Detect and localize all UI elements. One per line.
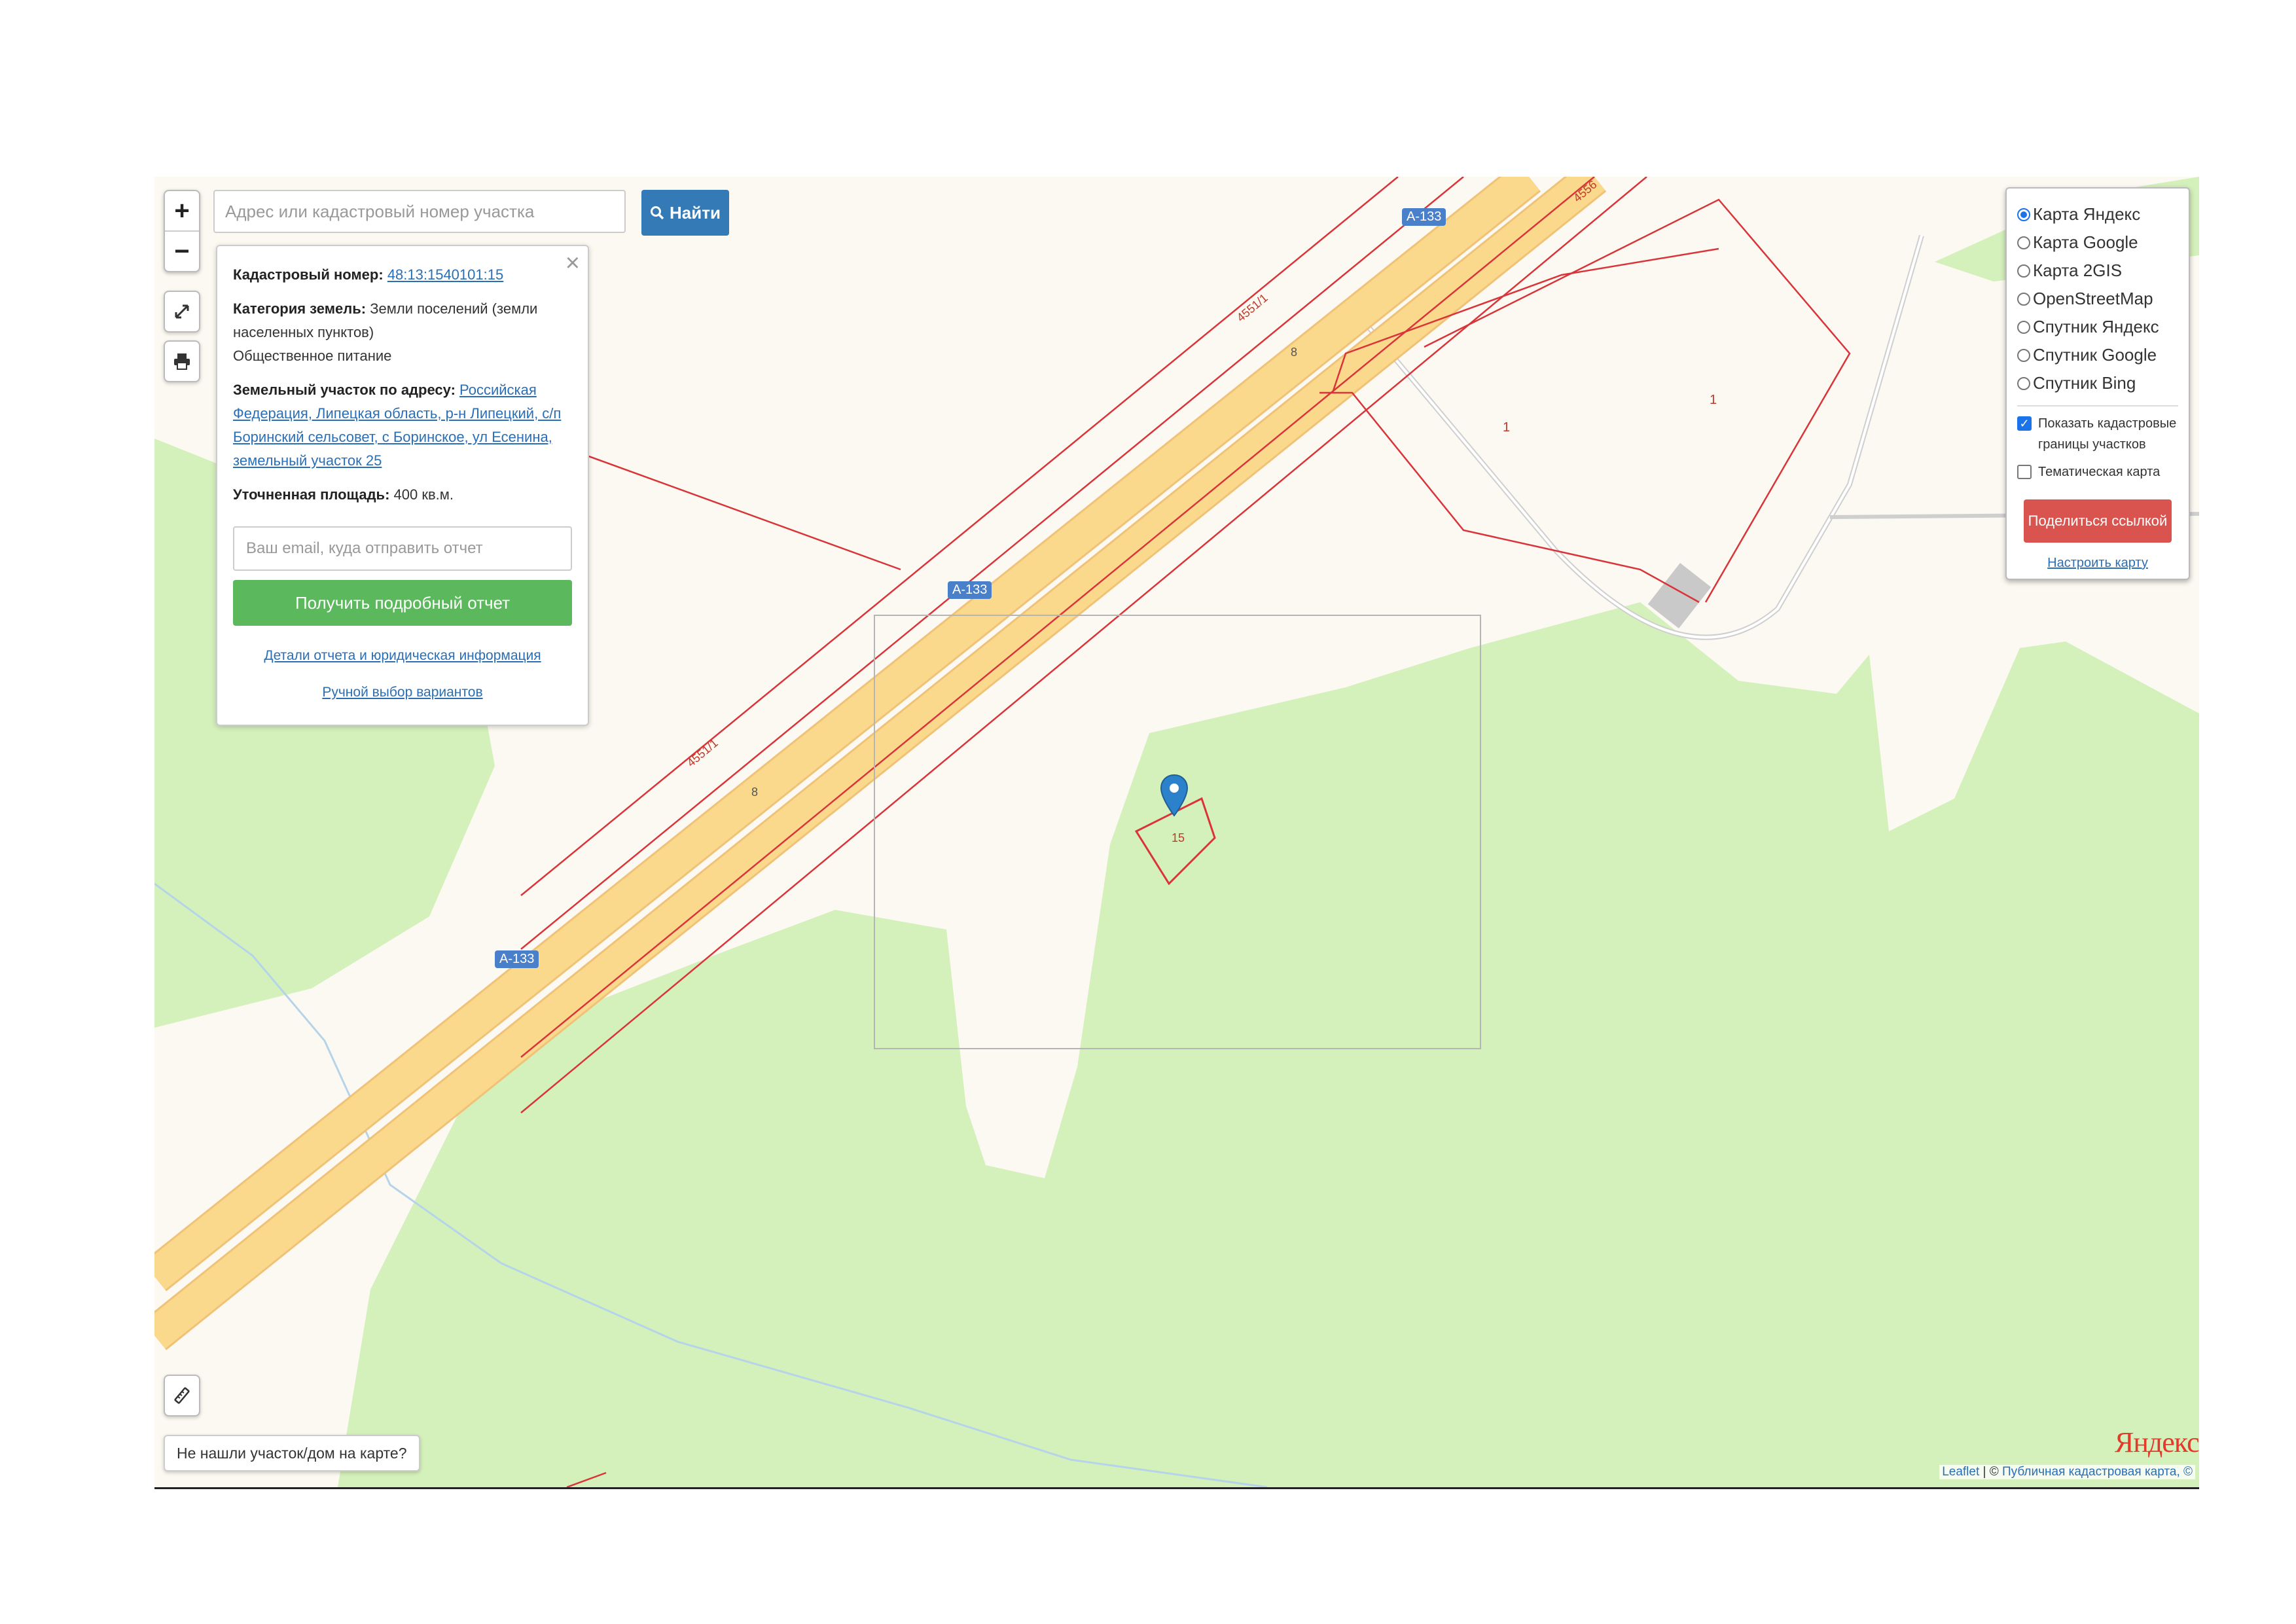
attribution-separator: | ©: [1979, 1465, 2003, 1479]
area-label: Уточненная площадь:: [233, 486, 390, 503]
fullscreen-icon[interactable]: [164, 291, 200, 333]
ruler-icon[interactable]: [164, 1375, 200, 1416]
search-button-label: Найти: [670, 202, 721, 223]
map-canvas[interactable]: А-133 А-133 А-133 1 1 15 4551/1 4551/1 4…: [154, 177, 2199, 1489]
layer-option-2gis[interactable]: Карта 2GIS: [2017, 257, 2178, 285]
checkbox-checked[interactable]: ✓: [2017, 416, 2032, 431]
zoom-in-icon[interactable]: +: [165, 191, 199, 230]
parcel-label: 15: [1172, 831, 1185, 844]
cadastral-map-link[interactable]: Публичная кадастровая карта, ©: [2002, 1465, 2193, 1479]
road-badge: А-133: [495, 950, 539, 968]
layer-option-label: Спутник Яндекс: [2033, 317, 2159, 336]
layers-panel: Карта Яндекс Карта Google Карта 2GIS Ope…: [2005, 187, 2190, 580]
configure-map-link[interactable]: Настроить карту: [2047, 556, 2148, 570]
map-attribution: Leaflet | © Публичная кадастровая карта,…: [1939, 1465, 2195, 1479]
get-report-button[interactable]: Получить подробный отчет: [233, 580, 572, 626]
zoom-control: + −: [164, 190, 200, 272]
layer-option-google[interactable]: Карта Google: [2017, 228, 2178, 257]
lane-label: 8: [1291, 346, 1298, 359]
share-link-button[interactable]: Поделиться ссылкой: [2024, 499, 2172, 543]
map-marker-icon[interactable]: [1160, 774, 1189, 817]
forest-area: [338, 602, 2199, 1487]
layer-option-google-satellite[interactable]: Спутник Google: [2017, 341, 2178, 369]
radio-button[interactable]: [2017, 292, 2030, 306]
thematic-map-toggle[interactable]: Тематическая карта: [2017, 461, 2178, 482]
layer-option-yandex-satellite[interactable]: Спутник Яндекс: [2017, 313, 2178, 341]
radio-button[interactable]: [2017, 236, 2030, 249]
zoom-out-icon[interactable]: −: [165, 230, 199, 271]
layer-option-label: Карта 2GIS: [2033, 261, 2123, 280]
manual-selection-link[interactable]: Ручной выбор вариантов: [322, 685, 482, 700]
not-found-button[interactable]: Не нашли участок/дом на карте?: [164, 1435, 420, 1471]
email-field[interactable]: [233, 526, 572, 571]
search-input[interactable]: [213, 190, 626, 233]
land-use-value: Общественное питание: [233, 348, 392, 364]
parcel-label: 1: [1710, 393, 1717, 407]
radio-button[interactable]: [2017, 376, 2030, 390]
radio-button[interactable]: [2017, 320, 2030, 334]
road-badge: А-133: [948, 581, 992, 599]
lane-label: 8: [751, 785, 759, 799]
search-icon: [651, 206, 664, 220]
show-borders-toggle[interactable]: ✓ Показать кадастровые границы участков: [2017, 413, 2178, 455]
radio-button[interactable]: [2017, 348, 2030, 362]
show-borders-label: Показать кадастровые границы участков: [2038, 416, 2177, 452]
parcel-info-panel: × Кадастровый номер: 48:13:1540101:15 Ка…: [216, 245, 589, 726]
yandex-logo: Яндекс: [2115, 1426, 2199, 1458]
area-value: 400 кв.м.: [393, 486, 454, 503]
layer-option-osm[interactable]: OpenStreetMap: [2017, 285, 2178, 313]
layer-option-yandex[interactable]: Карта Яндекс: [2017, 200, 2178, 228]
layer-option-bing-satellite[interactable]: Спутник Bing: [2017, 369, 2178, 397]
layer-option-label: Спутник Bing: [2033, 373, 2136, 393]
layer-option-label: Карта Яндекс: [2033, 204, 2141, 224]
radio-button[interactable]: [2017, 208, 2030, 221]
cadastral-number-link[interactable]: 48:13:1540101:15: [387, 266, 503, 283]
layer-option-label: Карта Google: [2033, 232, 2138, 252]
search-button[interactable]: Найти: [641, 190, 729, 236]
parcel-label: 1: [1503, 420, 1511, 435]
layer-option-label: Спутник Google: [2033, 345, 2157, 365]
close-icon[interactable]: ×: [565, 250, 580, 276]
radio-button[interactable]: [2017, 264, 2030, 278]
report-details-link[interactable]: Детали отчета и юридическая информация: [264, 648, 541, 663]
road-badge: А-133: [1402, 208, 1446, 226]
cadastral-label: Кадастровый номер:: [233, 266, 384, 283]
divider: [2017, 405, 2178, 406]
thematic-map-label: Тематическая карта: [2038, 465, 2161, 479]
checkbox[interactable]: [2017, 465, 2032, 479]
category-label: Категория земель:: [233, 300, 367, 317]
layer-option-label: OpenStreetMap: [2033, 289, 2153, 308]
print-icon[interactable]: [164, 340, 200, 382]
leaflet-link[interactable]: Leaflet: [1942, 1465, 1979, 1479]
address-label: Земельный участок по адресу:: [233, 382, 456, 398]
